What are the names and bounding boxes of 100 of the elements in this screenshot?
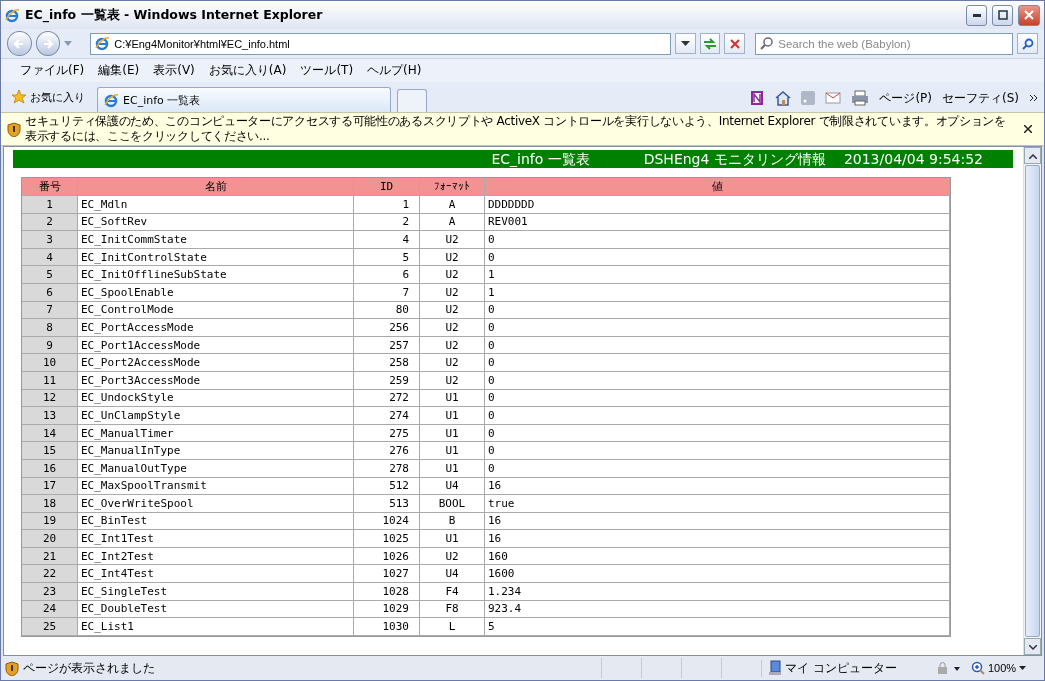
table-cell: U2: [420, 319, 485, 337]
header-text: EC_info 一覧表: [491, 150, 590, 168]
table-cell: 3: [22, 231, 78, 249]
table-cell: REV001: [485, 213, 950, 232]
table-cell: EC_Port3AccessMode: [78, 371, 354, 390]
scrollbar[interactable]: [1023, 147, 1041, 655]
menu-item[interactable]: 編集(E): [91, 60, 147, 81]
table-cell: U1: [420, 407, 485, 425]
table-cell: 512: [354, 477, 420, 496]
table-cell: 16: [485, 477, 950, 496]
zone-text: マイ コンピューター: [785, 659, 897, 677]
menu-item[interactable]: 表示(V): [146, 60, 202, 81]
table-cell: EC_InitControlState: [78, 248, 354, 267]
table-cell: 1600: [485, 565, 950, 584]
notebook-icon[interactable]: [749, 90, 766, 106]
mail-icon[interactable]: [825, 92, 842, 104]
table-cell: EC_List1: [78, 618, 354, 636]
table-cell: 275: [354, 424, 420, 443]
menu-item[interactable]: ツール(T): [293, 60, 361, 81]
table-cell: 1: [354, 196, 420, 214]
caret-icon: [680, 40, 690, 47]
printer-icon[interactable]: [851, 90, 870, 106]
table-cell: EC_ManualInType: [78, 442, 354, 460]
dropdown-button[interactable]: [674, 33, 696, 54]
table-cell: 16: [485, 530, 950, 548]
table-cell: 0: [485, 424, 950, 443]
favorites-button[interactable]: お気に入り: [9, 84, 91, 110]
table-cell: A: [420, 213, 485, 232]
table-cell: EC_Mdln: [78, 196, 354, 214]
table-cell: 0: [485, 389, 950, 408]
column-header: ID: [354, 178, 420, 196]
table-cell: U2: [420, 371, 485, 390]
lock-icon[interactable]: [935, 661, 961, 675]
search-icon: [1021, 37, 1034, 50]
refresh-button[interactable]: [699, 33, 721, 54]
table-cell: U2: [420, 336, 485, 355]
header-text: DSHEng4 モニタリング情報: [643, 150, 826, 168]
browser-tab[interactable]: EC_info 一覧表: [97, 87, 391, 112]
table-cell: true: [485, 495, 950, 513]
zoom-button[interactable]: 100%: [965, 661, 1033, 675]
table-cell: U2: [420, 283, 485, 302]
chevron-icon[interactable]: [1029, 94, 1038, 102]
table-cell: U1: [420, 530, 485, 548]
table-cell: 5: [485, 618, 950, 636]
table-cell: 0: [485, 371, 950, 390]
computer-icon: [768, 660, 782, 676]
table-cell: 274: [354, 407, 420, 425]
window-title: EC_info 一覧表 - Windows Internet Explorer: [25, 6, 324, 24]
star-icon: [11, 89, 27, 105]
stop-icon: [729, 38, 740, 49]
search-button[interactable]: [1017, 33, 1038, 54]
maximize-button[interactable]: [992, 4, 1013, 26]
browser-icon: [5, 7, 20, 23]
table-cell: 5: [22, 266, 78, 284]
scroll-down-icon[interactable]: [1028, 644, 1037, 650]
table-cell: EC_ManualTimer: [78, 424, 354, 443]
table-cell: U2: [420, 231, 485, 249]
home-icon[interactable]: [775, 90, 792, 106]
table-cell: EC_Int4Test: [78, 565, 354, 584]
close-icon: [1024, 10, 1034, 20]
table-cell: 1024: [354, 512, 420, 531]
table-cell: 0: [485, 319, 950, 337]
stop-button[interactable]: [724, 33, 746, 54]
table-cell: EC_MaxSpoolTransmit: [78, 477, 354, 496]
table-cell: 0: [485, 248, 950, 267]
minimize-button[interactable]: [966, 4, 987, 26]
back-button[interactable]: [7, 31, 32, 56]
menu-item[interactable]: お気に入り(A): [201, 60, 294, 81]
table-cell: EC_InitOfflineSubState: [78, 266, 354, 284]
menu-item[interactable]: ファイル(F): [13, 60, 92, 81]
table-cell: 257: [354, 336, 420, 355]
forward-button[interactable]: [35, 31, 61, 56]
table-cell: 0: [485, 407, 950, 425]
table-cell: 10: [22, 354, 78, 372]
table-cell: 13: [22, 407, 78, 425]
page-icon: [95, 36, 111, 51]
address-field[interactable]: C:¥Eng4Monitor¥html¥EC_info.html: [90, 32, 671, 55]
table-cell: F4: [420, 583, 485, 601]
table-cell: EC_ManualOutType: [78, 459, 354, 478]
column-header: 番号: [22, 178, 78, 196]
status-text: ページが表示されました: [23, 659, 156, 677]
search-field[interactable]: Search the web (Babylon): [755, 32, 1014, 55]
scroll-thumb[interactable]: [1025, 165, 1040, 637]
table-cell: 15: [22, 442, 78, 460]
table-cell: EC_OverWriteSpool: [78, 495, 354, 513]
table-cell: U4: [420, 477, 485, 496]
table-cell: DDDDDDD: [485, 196, 950, 214]
table-cell: U2: [420, 354, 485, 372]
table-cell: EC_InitCommState: [78, 231, 354, 249]
table-cell: 278: [354, 459, 420, 478]
scroll-up-icon[interactable]: [1028, 153, 1037, 159]
table-cell: 0: [485, 301, 950, 320]
column-header: ﾌｫｰﾏｯﾄ: [420, 178, 485, 196]
command-button[interactable]: セーフティ(S): [942, 89, 1019, 107]
menu-item[interactable]: ヘルプ(H): [360, 60, 429, 81]
table-cell: U2: [420, 266, 485, 284]
page-icon: [104, 92, 119, 108]
command-button[interactable]: ページ(P): [879, 89, 932, 107]
table-cell: 2: [354, 213, 420, 232]
zoom-icon: [971, 661, 985, 675]
